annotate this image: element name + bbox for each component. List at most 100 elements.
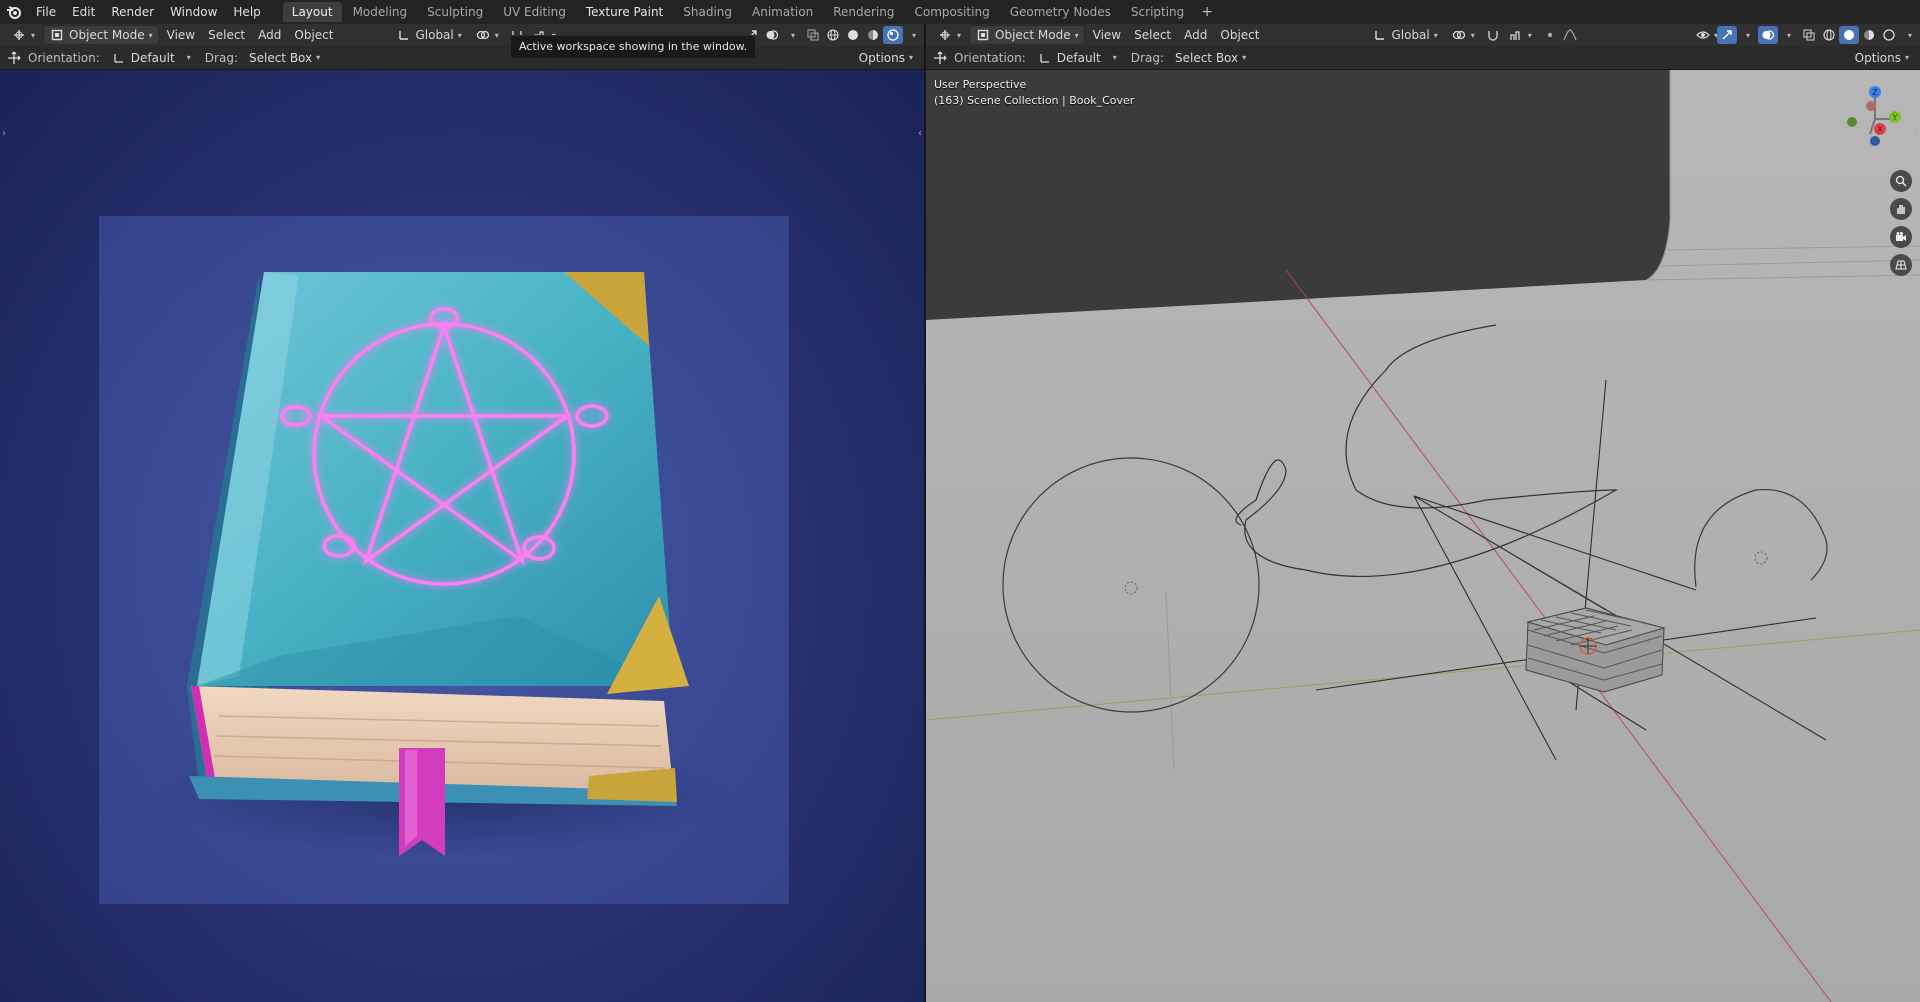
falloff-toggle[interactable] xyxy=(1560,26,1580,44)
view-name: User Perspective xyxy=(934,78,1027,91)
blender-logo-icon[interactable] xyxy=(0,0,28,24)
add-workspace-button[interactable]: + xyxy=(1195,4,1219,20)
shading-material-button[interactable] xyxy=(863,26,883,44)
orientation-axes-icon xyxy=(1037,50,1053,66)
overlays-icon xyxy=(764,27,780,43)
menu-edit[interactable]: Edit xyxy=(64,0,103,24)
shading-material-button[interactable] xyxy=(1859,26,1879,44)
overlays-icon xyxy=(1760,27,1776,43)
options-dropdown[interactable]: Options ▾ xyxy=(1850,49,1914,67)
gizmo-neg-x-axis[interactable] xyxy=(1866,101,1876,111)
editor-type-button[interactable]: ▾ xyxy=(932,26,966,44)
sidebar-expand-icon[interactable]: ‹ xyxy=(1914,128,1918,139)
transform-orientation-dropdown[interactable]: Global ▾ xyxy=(1367,26,1442,44)
move-tool-icon[interactable] xyxy=(6,50,22,66)
tab-texture-paint[interactable]: Texture Paint xyxy=(577,2,672,22)
view-menu[interactable]: View xyxy=(1088,26,1126,44)
menu-file[interactable]: File xyxy=(28,0,64,24)
zoom-icon[interactable] xyxy=(1890,170,1912,192)
select-menu[interactable]: Select xyxy=(203,26,250,44)
overlays-dropdown[interactable]: ▾ xyxy=(1778,26,1796,44)
move-tool-icon[interactable] xyxy=(932,50,948,66)
shading-wireframe-button[interactable] xyxy=(1819,26,1839,44)
overlays-toggle[interactable] xyxy=(1757,26,1778,44)
transform-orientation-dropdown[interactable]: Global ▾ xyxy=(391,26,466,44)
pivot-point-dropdown[interactable]: ▾ xyxy=(1446,26,1480,44)
perspective-grid-icon[interactable] xyxy=(1890,254,1912,276)
camera-view-icon[interactable] xyxy=(1890,226,1912,248)
snap-toggle[interactable] xyxy=(1483,26,1503,44)
tab-animation[interactable]: Animation xyxy=(743,2,822,22)
menu-window[interactable]: Window xyxy=(162,0,225,24)
object-menu[interactable]: Object xyxy=(1215,26,1264,44)
menu-render[interactable]: Render xyxy=(103,0,162,24)
object-mode-label: Object Mode xyxy=(69,28,145,42)
gizmo-neg-y-axis[interactable] xyxy=(1847,117,1857,127)
wireframe-sphere-icon xyxy=(1821,27,1837,43)
drag-dropdown[interactable]: Select Box ▾ xyxy=(244,49,325,67)
xray-toggle[interactable] xyxy=(1799,26,1819,44)
workspace-tooltip: Active workspace showing in the window. xyxy=(510,35,757,59)
editor-type-button[interactable]: ▾ xyxy=(6,26,40,44)
solid-viewport[interactable]: User Perspective (163) Scene Collection … xyxy=(926,70,1920,1002)
tab-sculpting[interactable]: Sculpting xyxy=(418,2,492,22)
gizmo-toggle[interactable] xyxy=(1716,26,1737,44)
snap-target-dropdown[interactable]: ▾ xyxy=(1503,26,1537,44)
editor-type-icon xyxy=(937,27,953,43)
right-tool-header: Orientation: Default ▾ Drag: Select Box ▾ … xyxy=(926,46,1920,70)
gizmo-dropdown[interactable]: ▾ xyxy=(1737,26,1755,44)
tab-modeling[interactable]: Modeling xyxy=(344,2,417,22)
xray-icon xyxy=(805,27,821,43)
navigation-gizmo[interactable]: Z Y X xyxy=(1840,84,1910,154)
shading-dropdown[interactable]: ▾ xyxy=(903,26,921,44)
options-dropdown[interactable]: Options ▾ xyxy=(854,49,918,67)
shading-solid-button[interactable] xyxy=(1838,26,1859,44)
select-menu[interactable]: Select xyxy=(1129,26,1176,44)
drag-dropdown[interactable]: Select Box ▾ xyxy=(1170,49,1251,67)
add-menu[interactable]: Add xyxy=(253,26,286,44)
shading-rendered-button[interactable] xyxy=(882,26,903,44)
tab-scripting[interactable]: Scripting xyxy=(1122,2,1193,22)
orientation-label: Orientation: xyxy=(28,50,100,65)
object-mode-dropdown[interactable]: Object Mode ▾ xyxy=(43,25,159,45)
proportional-edit-icon xyxy=(1542,27,1558,43)
overlays-toggle[interactable] xyxy=(762,26,782,44)
shading-dropdown[interactable]: ▾ xyxy=(1899,26,1917,44)
transform-orientation-label: Global xyxy=(1391,28,1430,42)
pan-hand-icon[interactable] xyxy=(1890,198,1912,220)
xray-toggle[interactable] xyxy=(803,26,823,44)
proportional-edit-toggle[interactable] xyxy=(1540,26,1560,44)
shading-solid-button[interactable] xyxy=(843,26,863,44)
orientation-dropdown[interactable]: Default ▾ xyxy=(106,49,196,67)
visibility-toggle[interactable]: ▾ xyxy=(1696,26,1718,44)
menu-help[interactable]: Help xyxy=(225,0,268,24)
add-menu[interactable]: Add xyxy=(1179,26,1212,44)
orientation-axes-icon xyxy=(111,50,127,66)
drag-value: Select Box xyxy=(1174,50,1239,65)
tab-shading[interactable]: Shading xyxy=(674,2,741,22)
shading-rendered-button[interactable] xyxy=(1879,26,1899,44)
tab-geometry-nodes[interactable]: Geometry Nodes xyxy=(1001,2,1120,22)
tab-layout[interactable]: Layout xyxy=(282,2,342,22)
scene-canvas xyxy=(926,70,1920,1002)
toolbar-expand-icon[interactable]: › xyxy=(2,128,6,139)
orientation-dropdown[interactable]: Default ▾ xyxy=(1032,49,1122,67)
tab-rendering[interactable]: Rendering xyxy=(824,2,903,22)
tab-uv-editing[interactable]: UV Editing xyxy=(494,2,575,22)
rendered-viewport[interactable]: › ‹ xyxy=(0,70,924,1002)
gizmo-neg-z-axis[interactable] xyxy=(1870,136,1880,146)
pivot-point-dropdown[interactable]: ▾ xyxy=(470,26,504,44)
left-tool-header: Orientation: Default ▾ Drag: Select Box ▾ … xyxy=(0,46,924,70)
view-menu[interactable]: View xyxy=(162,26,200,44)
svg-text:Z: Z xyxy=(1872,88,1878,97)
material-sphere-icon xyxy=(1861,27,1877,43)
solid-sphere-icon xyxy=(845,27,861,43)
overlays-dropdown[interactable]: ▾ xyxy=(782,26,800,44)
orientation-value: Default xyxy=(130,50,175,65)
tab-compositing[interactable]: Compositing xyxy=(905,2,998,22)
rendered-sphere-icon xyxy=(885,27,901,43)
shading-wireframe-button[interactable] xyxy=(823,26,843,44)
object-menu[interactable]: Object xyxy=(289,26,338,44)
sidebar-expand-icon[interactable]: ‹ xyxy=(918,128,922,139)
object-mode-dropdown[interactable]: Object Mode ▾ xyxy=(969,25,1085,45)
